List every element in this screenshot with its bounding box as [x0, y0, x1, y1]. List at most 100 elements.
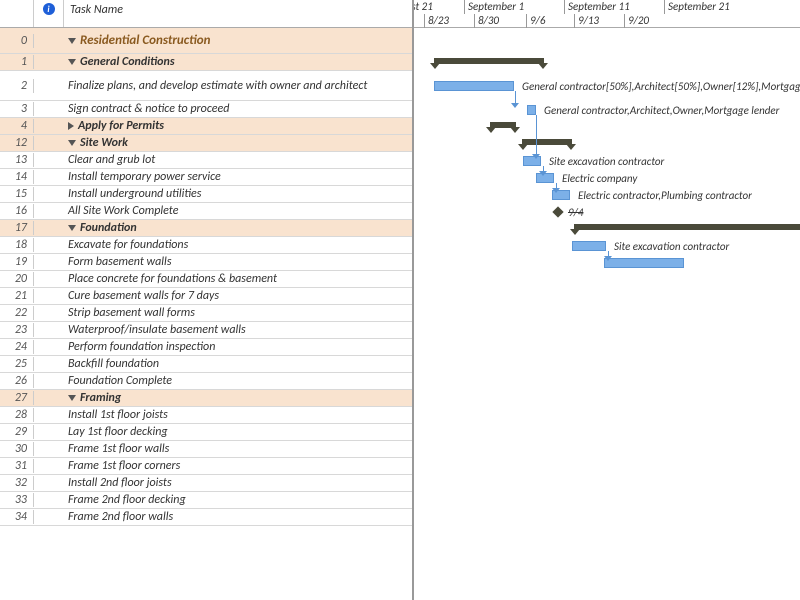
task-bar[interactable] [434, 81, 514, 91]
table-row[interactable]: 25Backfill foundation [0, 356, 412, 373]
row-id: 22 [0, 306, 34, 320]
summary-bar[interactable] [574, 224, 800, 230]
summary-bar[interactable] [490, 122, 516, 128]
task-bar-label: Site excavation contractor [549, 155, 664, 168]
task-name-cell[interactable]: Strip basement wall forms [64, 306, 412, 320]
table-row[interactable]: 16 All Site Work Complete [0, 203, 412, 220]
table-row[interactable]: 2 Finalize plans, and develop estimate wi… [0, 71, 412, 101]
summary-bar[interactable] [522, 139, 572, 145]
row-id: 2 [0, 79, 34, 93]
timeline-minor-tick: 9/6 [526, 14, 576, 28]
gantt-chart-area[interactable]: General contractor[50%],Architect[50%],O… [414, 28, 800, 600]
table-row[interactable]: 13Clear and grub lot [0, 152, 412, 169]
task-name-cell[interactable]: Install 1st floor joists [64, 408, 412, 422]
task-name-cell[interactable]: General Conditions [64, 55, 412, 69]
table-row[interactable]: 34Frame 2nd floor walls [0, 509, 412, 526]
table-row[interactable]: 24Perform foundation inspection [0, 339, 412, 356]
collapse-icon[interactable] [68, 38, 76, 44]
task-name-cell[interactable]: Perform foundation inspection [64, 340, 412, 354]
table-row[interactable]: 31Frame 1st floor corners [0, 458, 412, 475]
table-row[interactable]: 28Install 1st floor joists [0, 407, 412, 424]
gantt-chart[interactable]: August 21September 1September 11Septembe… [414, 0, 800, 600]
expand-icon[interactable] [68, 122, 74, 130]
task-name-cell[interactable]: All Site Work Complete [64, 204, 412, 218]
task-name-label: Install temporary power service [68, 170, 221, 184]
task-bar[interactable] [572, 241, 606, 251]
task-name-label: Sign contract & notice to proceed [68, 102, 229, 116]
table-row[interactable]: 29Lay 1st floor decking [0, 424, 412, 441]
task-name-cell[interactable]: Cure basement walls for 7 days [64, 289, 412, 303]
table-row[interactable]: 1General Conditions [0, 54, 412, 71]
table-row[interactable]: 18Excavate for foundations [0, 237, 412, 254]
task-name-cell[interactable]: Clear and grub lot [64, 153, 412, 167]
task-name-label: Install 2nd floor joists [68, 476, 172, 490]
task-name-cell[interactable]: Residential Construction [64, 33, 412, 48]
task-name-cell[interactable]: Finalize plans, and develop estimate wit… [64, 79, 412, 93]
table-row[interactable]: 20Place concrete for foundations & basem… [0, 271, 412, 288]
task-name-cell[interactable]: Waterproof/insulate basement walls [64, 323, 412, 337]
dependency-link [515, 91, 516, 103]
table-row[interactable]: 19Form basement walls [0, 254, 412, 271]
timeline-major-tick: September 1 [464, 0, 564, 14]
task-name-label: Strip basement wall forms [68, 306, 195, 320]
table-row[interactable]: 15Install underground utilities [0, 186, 412, 203]
task-name-cell[interactable]: Frame 2nd floor decking [64, 493, 412, 507]
task-name-label: Frame 2nd floor decking [68, 493, 186, 507]
collapse-icon[interactable] [68, 140, 76, 146]
task-name-cell[interactable]: Lay 1st floor decking [64, 425, 412, 439]
task-name-cell[interactable]: Sign contract & notice to proceed [64, 102, 412, 116]
row-id: 21 [0, 289, 34, 303]
task-name-cell[interactable]: Excavate for foundations [64, 238, 412, 252]
task-name-cell[interactable]: Backfill foundation [64, 357, 412, 371]
summary-bar[interactable] [434, 58, 544, 64]
task-name-cell[interactable]: Foundation [64, 221, 412, 235]
task-name-cell[interactable]: Install underground utilities [64, 187, 412, 201]
collapse-icon[interactable] [68, 395, 76, 401]
task-bar[interactable] [604, 258, 684, 268]
table-row[interactable]: 0Residential Construction [0, 28, 412, 54]
task-name-cell[interactable]: Frame 2nd floor walls [64, 510, 412, 524]
col-header-taskname[interactable]: Task Name [64, 0, 412, 27]
task-bar[interactable] [527, 105, 536, 115]
table-row[interactable]: 21 Cure basement walls for 7 days [0, 288, 412, 305]
timeline-major-tick: September 11 [564, 0, 664, 14]
task-name-cell[interactable]: Framing [64, 391, 412, 405]
task-name-cell[interactable]: Frame 1st floor walls [64, 442, 412, 456]
table-row[interactable]: 27Framing [0, 390, 412, 407]
task-name-cell[interactable]: Foundation Complete [64, 374, 412, 388]
task-name-cell[interactable]: Place concrete for foundations & basemen… [64, 272, 412, 286]
row-id: 12 [0, 136, 34, 150]
table-row[interactable]: 30Frame 1st floor walls [0, 441, 412, 458]
dependency-arrow-icon [532, 154, 540, 159]
task-name-cell[interactable]: Frame 1st floor corners [64, 459, 412, 473]
collapse-icon[interactable] [68, 225, 76, 231]
table-row[interactable]: 17Foundation [0, 220, 412, 237]
task-table-header: i Task Name [0, 0, 412, 28]
task-name-cell[interactable]: Site Work [64, 136, 412, 150]
task-name-cell[interactable]: Install temporary power service [64, 170, 412, 184]
task-name-cell[interactable]: Install 2nd floor joists [64, 476, 412, 490]
task-name-label: All Site Work Complete [68, 204, 178, 218]
timeline-minor-tick: 9/13 [574, 14, 624, 28]
table-row[interactable]: 3Sign contract & notice to proceed [0, 101, 412, 118]
table-row[interactable]: 33Frame 2nd floor decking [0, 492, 412, 509]
table-row[interactable]: 32Install 2nd floor joists [0, 475, 412, 492]
timeline-header: August 21September 1September 11Septembe… [414, 0, 800, 28]
table-row[interactable]: 26Foundation Complete [0, 373, 412, 390]
task-name-label: Perform foundation inspection [68, 340, 215, 354]
table-row[interactable]: 22 Strip basement wall forms [0, 305, 412, 322]
col-header-id[interactable] [0, 0, 34, 27]
task-name-label: Frame 2nd floor walls [68, 510, 173, 524]
row-id: 16 [0, 204, 34, 218]
table-row[interactable]: 23Waterproof/insulate basement walls [0, 322, 412, 339]
milestone-marker[interactable] [552, 206, 563, 217]
task-name-label: General Conditions [80, 55, 175, 69]
task-name-cell[interactable]: Apply for Permits [64, 119, 412, 133]
col-header-info[interactable]: i [34, 0, 64, 27]
table-row[interactable]: 12 Site Work [0, 135, 412, 152]
table-row[interactable]: 4Apply for Permits [0, 118, 412, 135]
row-id: 14 [0, 170, 34, 184]
task-name-cell[interactable]: Form basement walls [64, 255, 412, 269]
collapse-icon[interactable] [68, 59, 76, 65]
table-row[interactable]: 14 Install temporary power service [0, 169, 412, 186]
